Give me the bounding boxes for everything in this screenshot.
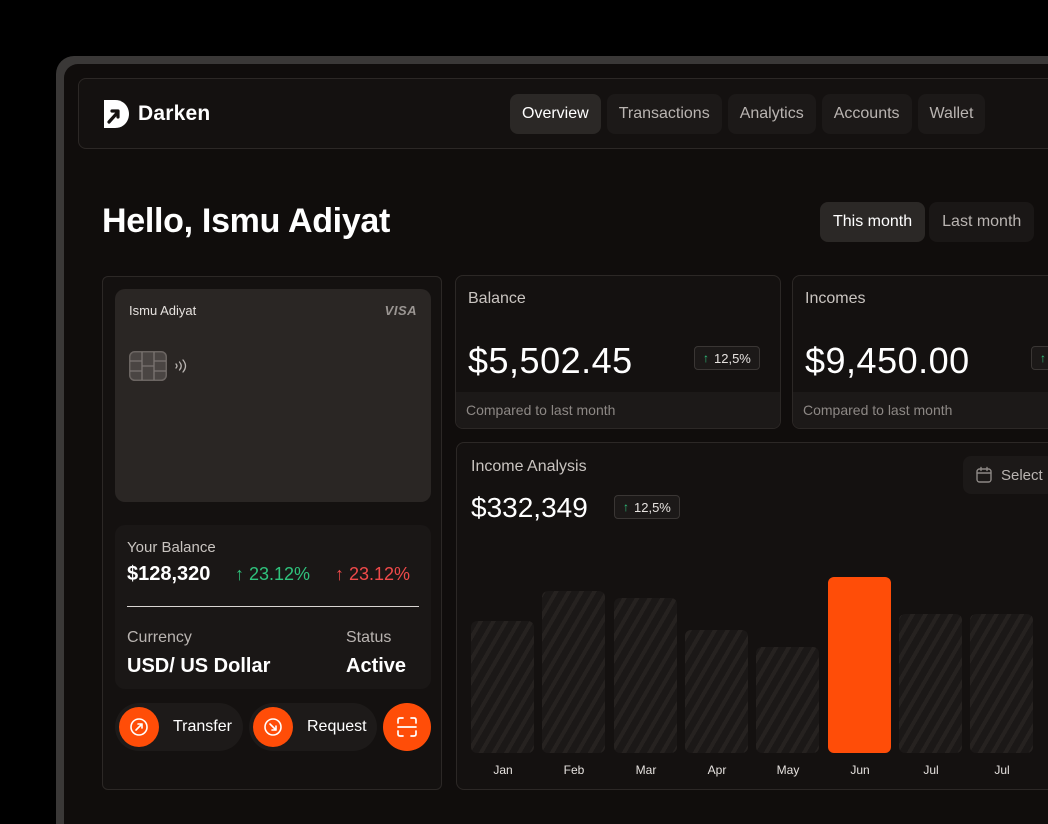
tab-accounts[interactable]: Accounts	[821, 94, 912, 134]
balance-card: Balance $5,502.45 ↑ 12,5% Compared to la…	[455, 275, 781, 429]
app-screen: Darken Overview Transactions Analytics A…	[64, 64, 1048, 824]
chart-bar-may[interactable]	[756, 647, 819, 753]
request-button[interactable]: Request	[249, 703, 377, 751]
select-label: Select	[1001, 466, 1043, 484]
incomes-note: Compared to last month	[803, 402, 953, 418]
tab-transactions[interactable]: Transactions	[606, 94, 722, 134]
status-value: Active	[346, 655, 407, 677]
currency-value: USD/ US Dollar	[127, 655, 271, 677]
your-balance-label: Your Balance	[127, 539, 216, 556]
income-change-badge: ↑ 12,5%	[614, 495, 680, 519]
arrow-up-icon: ↑	[1040, 351, 1046, 365]
main-nav: Overview Transactions Analytics Accounts…	[510, 94, 986, 134]
scan-icon	[397, 717, 417, 737]
income-analysis-value: $332,349	[471, 492, 588, 523]
card-chip-icon	[129, 351, 167, 381]
top-navigation-bar: Darken Overview Transactions Analytics A…	[78, 78, 1048, 149]
scan-button[interactable]	[383, 703, 431, 751]
brand-logo[interactable]: Darken	[103, 99, 210, 129]
income-analysis-panel: Income Analysis $332,349 ↑ 12,5% Select …	[456, 442, 1048, 790]
balance-note: Compared to last month	[466, 402, 616, 418]
chart-bar-apr[interactable]	[685, 630, 748, 753]
x-tick-label: Jan	[493, 763, 513, 777]
x-tick-label: Jul	[923, 763, 939, 777]
date-select-button[interactable]: Select	[963, 456, 1048, 494]
period-switch: This month Last month	[820, 202, 1035, 242]
last-month-button[interactable]: Last month	[929, 202, 1035, 242]
credit-card[interactable]: Ismu Adiyat VISA	[115, 289, 431, 502]
transfer-icon	[119, 707, 159, 747]
change-down-value: 23.12%	[349, 564, 411, 584]
x-tick-label: Apr	[707, 763, 727, 777]
this-month-button[interactable]: This month	[820, 202, 926, 242]
calendar-icon	[976, 466, 992, 483]
request-label: Request	[307, 718, 367, 735]
brand-name: Darken	[138, 102, 211, 125]
balance-value: $5,502.45	[468, 340, 633, 381]
arrow-up-icon: ↑	[235, 564, 244, 584]
balance-change-value: 12,5%	[714, 350, 751, 366]
x-tick-label: Mar	[635, 763, 657, 777]
card-holder-name: Ismu Adiyat	[129, 303, 197, 318]
status-label: Status	[346, 629, 392, 646]
chart-bar-jul[interactable]	[970, 614, 1033, 753]
incomes-label: Incomes	[805, 290, 866, 307]
currency-label: Currency	[127, 629, 192, 646]
balance-label: Balance	[468, 290, 526, 307]
contactless-icon	[175, 359, 187, 373]
visa-logo: VISA	[384, 303, 417, 318]
x-tick-label: Jul	[994, 763, 1010, 777]
x-tick-label: Feb	[563, 763, 585, 777]
incomes-footer: Compared to last month	[793, 392, 1048, 428]
chart-bar-jul[interactable]	[899, 614, 962, 753]
balance-footer: Compared to last month	[456, 392, 780, 428]
card-panel: Ismu Adiyat VISA Your Balance $128,320 ↑…	[102, 276, 442, 790]
chart-bar-jun[interactable]	[828, 577, 891, 753]
incomes-change-badge: ↑	[1031, 346, 1048, 370]
chart-bar-jan[interactable]	[471, 621, 534, 753]
balance-change-down: ↑ 23.12%	[335, 564, 410, 585]
chart-bar-mar[interactable]	[614, 598, 677, 753]
income-analysis-title: Income Analysis	[471, 458, 587, 475]
income-change-value: 12,5%	[634, 499, 671, 515]
arrow-up-icon: ↑	[703, 351, 709, 365]
change-up-value: 23.12%	[249, 564, 311, 584]
chart-bar-feb[interactable]	[542, 591, 605, 753]
balance-change-up: ↑ 23.12%	[235, 564, 310, 585]
arrow-up-icon: ↑	[335, 564, 344, 584]
x-tick-label: May	[776, 763, 800, 777]
incomes-card: Incomes $9,450.00 ↑ Compared to last mon…	[792, 275, 1048, 429]
tab-analytics[interactable]: Analytics	[727, 94, 816, 134]
arrow-up-icon: ↑	[623, 500, 629, 514]
balance-summary: Your Balance $128,320 ↑ 23.12% ↑ 23.12% …	[115, 525, 431, 689]
transfer-label: Transfer	[173, 718, 232, 735]
balance-change-badge: ↑ 12,5%	[694, 346, 760, 370]
transfer-button[interactable]: Transfer	[115, 703, 243, 751]
tab-overview[interactable]: Overview	[510, 94, 601, 134]
darken-logo-icon	[104, 100, 129, 128]
your-balance-value: $128,320	[127, 563, 211, 585]
tab-wallet[interactable]: Wallet	[917, 94, 986, 134]
x-tick-label: Jun	[850, 763, 870, 777]
page-greeting: Hello, Ismu Adiyat	[102, 202, 391, 240]
incomes-value: $9,450.00	[805, 340, 970, 381]
divider	[127, 606, 419, 607]
request-icon	[253, 707, 293, 747]
